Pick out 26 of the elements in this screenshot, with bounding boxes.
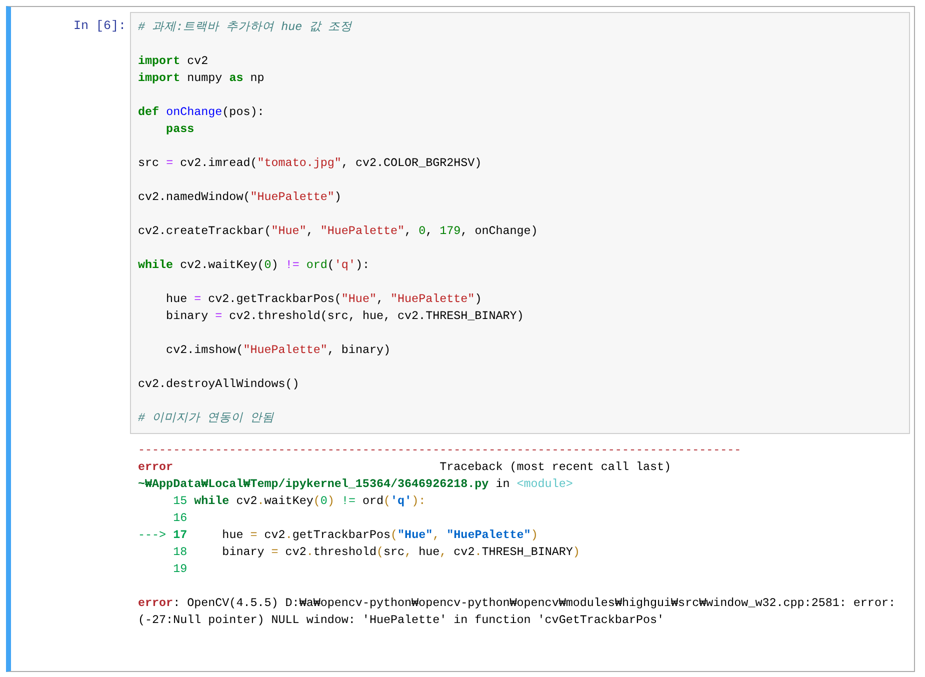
output-line: error Traceback (most recent call last) bbox=[138, 459, 672, 476]
code-line: src = cv2.imread("tomato.jpg", cv2.COLOR_BGR2HSV) bbox=[138, 155, 482, 172]
code-line: cv2.createTrackbar("Hue", "HuePalette", 0, 179, onChange) bbox=[138, 223, 538, 240]
code-input-area[interactable] bbox=[130, 12, 910, 434]
code-line: import cv2 bbox=[138, 53, 208, 70]
output-line: 16 bbox=[172, 510, 188, 527]
output-line: 19 bbox=[172, 561, 188, 578]
output-line: 15 while cv2.waitKey(0) != ord('q'): bbox=[172, 493, 426, 510]
output-line: (-27:Null pointer) NULL window: 'HuePalette' in function 'cvGetTrackbarPos' bbox=[138, 612, 664, 629]
code-line: while cv2.waitKey(0) != ord('q'): bbox=[138, 257, 370, 274]
output-line: -------------------------------------------------------------------------------------- bbox=[138, 442, 742, 459]
output-line: error: OpenCV(4.5.5) D:₩a₩opencv-python₩opencv-python₩opencv₩modules₩highgui₩src₩window_w32.cpp:2581: error: bbox=[138, 595, 896, 612]
code-line: # 이미지가 연동이 안됨 bbox=[138, 410, 274, 427]
input-prompt: In [6]: bbox=[72, 18, 127, 35]
code-line: def onChange(pos): bbox=[138, 104, 264, 121]
output-line: ~₩AppData₩Local₩Temp/ipykernel_15364/3646926218.py in <module> bbox=[138, 476, 573, 493]
code-line: # 과제:트랙바 추가하여 hue 값 조정 bbox=[138, 19, 352, 36]
code-line: cv2.imshow("HuePalette", binary) bbox=[165, 342, 391, 359]
code-line: import numpy as np bbox=[138, 70, 264, 87]
code-line: cv2.destroyAllWindows() bbox=[138, 376, 300, 393]
code-line: binary = cv2.threshold(src, hue, cv2.THRESH_BINARY) bbox=[165, 308, 524, 325]
output-line: 18 binary = cv2.threshold(src, hue, cv2.THRESH_BINARY) bbox=[172, 544, 580, 561]
code-line: pass bbox=[165, 121, 194, 138]
code-line: cv2.namedWindow("HuePalette") bbox=[138, 189, 342, 206]
code-line: hue = cv2.getTrackbarPos("Hue", "HuePalette") bbox=[165, 291, 482, 308]
output-line: ---> 17 hue = cv2.getTrackbarPos("Hue", "HuePalette") bbox=[138, 527, 538, 544]
